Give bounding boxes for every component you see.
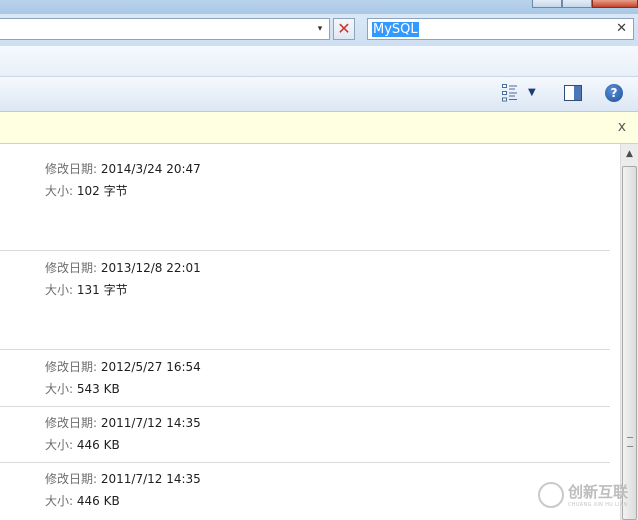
preview-pane-icon[interactable] (564, 85, 582, 101)
size-label: 大小: (45, 382, 74, 396)
scrollbar-thumb[interactable] (622, 166, 637, 520)
modified-line: 修改日期: 2013/12/8 22:01 (45, 261, 201, 275)
search-results-list: 修改日期: 2014/3/24 20:47 大小: 102 字节 修改日期: 2… (0, 144, 620, 520)
size-value: 446 KB (76, 494, 120, 508)
modified-label: 修改日期: (45, 261, 98, 275)
scroll-up-icon[interactable]: ▲ (621, 146, 638, 162)
menu-band (0, 46, 638, 77)
modified-label: 修改日期: (45, 360, 98, 374)
size-label: 大小: (45, 494, 74, 508)
stop-search-button[interactable]: ✕ (333, 18, 355, 40)
minimize-button[interactable] (532, 0, 562, 8)
list-item[interactable]: 修改日期: 2011/7/12 14:35 大小: 446 KB (0, 407, 610, 463)
address-search-row: ▾ ✕ MySQL ✕ (0, 14, 638, 46)
search-input[interactable]: MySQL ✕ (367, 18, 634, 40)
view-dropdown-icon[interactable]: ▼ (528, 86, 536, 100)
scrollbar-grip-icon (627, 437, 633, 447)
modified-line: 修改日期: 2011/7/12 14:35 (45, 472, 201, 486)
maximize-button[interactable] (562, 0, 592, 8)
watermark-subtext: CHUANG XIN HU LIAN (568, 502, 628, 508)
watermark-logo: 创新互联 CHUANG XIN HU LIAN (538, 480, 638, 516)
size-line: 大小: 543 KB (45, 382, 120, 396)
size-line: 大小: 102 字节 (45, 184, 128, 198)
window-close-button[interactable] (592, 0, 638, 8)
info-bar: x (0, 112, 638, 144)
info-bar-close-icon[interactable]: x (618, 119, 626, 135)
search-query-text[interactable]: MySQL (372, 22, 419, 37)
size-value: 446 KB (76, 438, 120, 452)
list-item[interactable]: 修改日期: 2013/12/8 22:01 大小: 131 字节 (0, 250, 610, 350)
modified-label: 修改日期: (45, 416, 98, 430)
modified-label: 修改日期: (45, 162, 98, 176)
address-bar[interactable]: ▾ (0, 18, 330, 40)
size-value: 102 字节 (76, 184, 128, 198)
size-line: 大小: 446 KB (45, 438, 120, 452)
list-item[interactable]: 修改日期: 2011/7/12 14:35 大小: 446 KB (0, 463, 610, 520)
list-item[interactable]: 修改日期: 2012/5/27 16:54 大小: 543 KB (0, 350, 610, 407)
modified-value: 2011/7/12 14:35 (100, 472, 201, 486)
search-clear-icon[interactable]: ✕ (616, 21, 627, 37)
size-value: 543 KB (76, 382, 120, 396)
modified-value: 2012/5/27 16:54 (100, 360, 201, 374)
modified-value: 2014/3/24 20:47 (100, 162, 201, 176)
view-options-icon[interactable] (502, 84, 518, 102)
modified-label: 修改日期: (45, 472, 98, 486)
size-label: 大小: (45, 438, 74, 452)
list-item[interactable]: 修改日期: 2014/3/24 20:47 大小: 102 字节 (0, 144, 610, 251)
modified-line: 修改日期: 2012/5/27 16:54 (45, 360, 201, 374)
window-controls (532, 0, 638, 8)
size-label: 大小: (45, 184, 74, 198)
help-icon[interactable]: ? (605, 84, 623, 102)
address-dropdown-icon[interactable]: ▾ (315, 23, 325, 35)
command-bar (0, 77, 638, 112)
watermark-circle-icon (538, 482, 564, 508)
modified-line: 修改日期: 2014/3/24 20:47 (45, 162, 201, 176)
size-line: 大小: 131 字节 (45, 283, 128, 297)
watermark-text: 创新互联 (568, 483, 629, 501)
vertical-scrollbar[interactable]: ▲ (620, 144, 638, 520)
size-value: 131 字节 (76, 283, 128, 297)
modified-value: 2011/7/12 14:35 (100, 416, 201, 430)
window-title-strip (0, 0, 638, 14)
modified-line: 修改日期: 2011/7/12 14:35 (45, 416, 201, 430)
modified-value: 2013/12/8 22:01 (100, 261, 201, 275)
size-line: 大小: 446 KB (45, 494, 120, 508)
size-label: 大小: (45, 283, 74, 297)
